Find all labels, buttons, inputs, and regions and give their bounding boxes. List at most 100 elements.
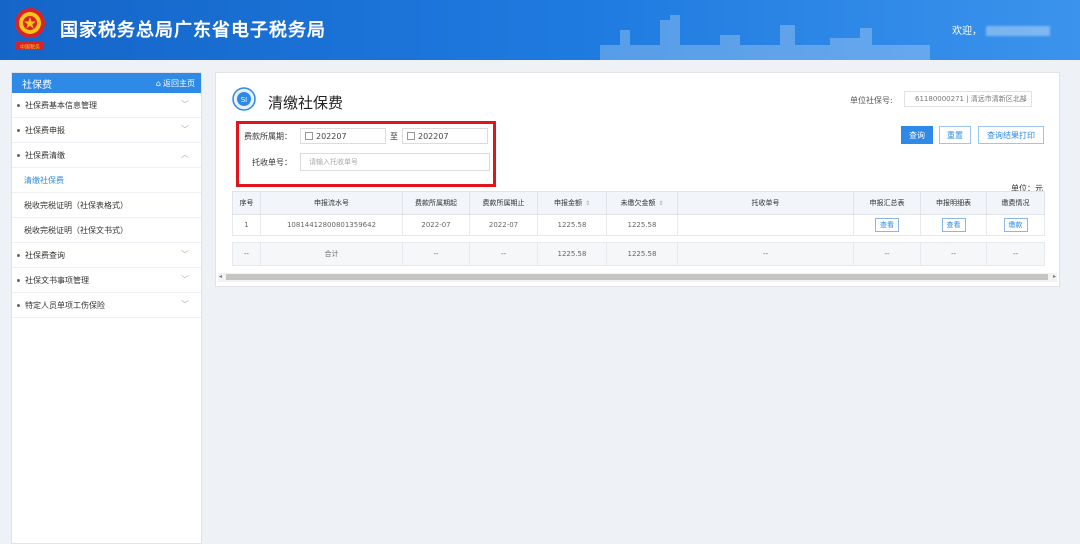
bullet-icon [17,303,20,307]
table-row: 1 10814412800801359642 2022-07 2022-07 1… [232,214,1045,236]
sidebar-item-declare[interactable]: 社保费申报 ﹀ [12,118,201,143]
sidebar-item-label: 社保费申报 [25,125,65,135]
social-security-icon: SI [232,87,256,111]
bullet-icon [17,128,20,132]
sidebar-subitem-tax-cert-table[interactable]: 税收完税证明（社保表格式） [12,193,201,218]
total-label: 合计 [260,242,403,266]
total-summary: -- [853,242,921,266]
table-total-row: -- 合计 -- -- 1225.58 1225.58 -- -- -- -- [232,242,1045,266]
col-header-status: 缴费情况 [986,191,1045,215]
sidebar-subitem-settle-fee[interactable]: 清缴社保费 [12,168,201,193]
sidebar-title: 社保费 [22,79,52,91]
cell-serial: 10814412800801359642 [260,214,403,236]
results-table: 序号 申报流水号 费款所属期起 费款所属期止 申报金额 ⇕ 未缴欠金额 ⇕ 托收单号… [232,191,1045,266]
cell-unpaid: 1225.58 [606,214,678,236]
sidebar-item-label: 社保费基本信息管理 [25,100,97,110]
scroll-left-icon[interactable]: ◂ [219,273,222,280]
total-end: -- [469,242,538,266]
unit-number-select[interactable]: 61180000271 | 清远市清新区北部 ⌄ [904,91,1032,107]
sidebar-item-basic-info[interactable]: 社保费基本信息管理 ﹀ [12,93,201,118]
site-title: 国家税务总局广东省电子税务局 [60,20,326,41]
sidebar-item-query[interactable]: 社保费查询 ﹀ [12,243,201,268]
sidebar-item-label: 社保费查询 [25,250,65,260]
chevron-down-icon: ﹀ [181,250,189,259]
cell-summary: 查看 [853,214,921,236]
col-header-declared[interactable]: 申报金额 ⇕ [537,191,607,215]
pay-button[interactable]: 缴款 [1003,218,1028,232]
total-seq: -- [232,242,261,266]
table-spacer [232,235,1045,243]
svg-text:SI: SI [241,96,248,104]
col-header-start: 费款所属期起 [402,191,470,215]
cell-end: 2022-07 [469,214,538,236]
reset-button[interactable]: 重置 [939,126,971,144]
col-header-ticket: 托收单号 [677,191,854,215]
bullet-icon [17,253,20,257]
query-button[interactable]: 查询 [901,126,933,144]
chevron-up-icon: ︿ [181,150,189,159]
view-detail-button[interactable]: 查看 [941,218,966,232]
welcome-text: 欢迎， [952,26,982,37]
sidebar: 社保费 ⌂ 返回主页 社保费基本信息管理 ﹀ 社保费申报 ﹀ 社保费清缴 ︿ 清… [11,72,202,544]
sort-icon[interactable]: ⇕ [658,200,663,207]
total-declared: 1225.58 [537,242,607,266]
sidebar-subitem-tax-cert-doc[interactable]: 税收完税证明（社保文书式） [12,218,201,243]
chevron-down-icon: ﹀ [181,125,189,134]
home-link-label: 返回主页 [163,78,195,88]
sidebar-subitem-label: 税收完税证明（社保文书式） [24,225,128,235]
cell-seq: 1 [232,214,261,236]
skyline-decoration [600,15,930,60]
welcome-area: 欢迎， [952,22,1050,37]
col-header-unpaid[interactable]: 未缴欠金额 ⇕ [606,191,678,215]
total-status: -- [986,242,1045,266]
chevron-down-icon: ﹀ [181,275,189,284]
col-header-unpaid-label: 未缴欠金额 [620,199,656,207]
bullet-icon [17,153,20,157]
col-header-end: 费款所属期止 [469,191,538,215]
home-link[interactable]: ⌂ 返回主页 [156,78,195,89]
sidebar-subitem-label: 税收完税证明（社保表格式） [24,200,128,210]
home-icon: ⌂ [155,78,161,88]
col-header-serial: 申报流水号 [260,191,403,215]
user-name-blurred[interactable] [986,26,1050,36]
sidebar-item-documents[interactable]: 社保文书事项管理 ﹀ [12,268,201,293]
sidebar-header: 社保费 ⌂ 返回主页 [12,73,201,93]
print-results-button[interactable]: 查询结果打印 [978,126,1044,144]
highlight-box [236,121,496,187]
emblem-text: 中国税务 [20,44,40,51]
scroll-thumb[interactable] [226,274,1048,280]
sidebar-item-label: 特定人员单项工伤保险 [25,300,105,310]
bullet-icon [17,278,20,282]
top-header: 中国税务 国家税务总局广东省电子税务局 欢迎， [0,0,1080,60]
sidebar-item-label: 社保文书事项管理 [25,275,89,285]
scroll-right-icon[interactable]: ▸ [1053,273,1056,280]
col-header-summary: 申报汇总表 [853,191,921,215]
main-panel: SI 清缴社保费 单位社保号: 61180000271 | 清远市清新区北部 ⌄… [215,72,1060,287]
sidebar-subitem-label: 清缴社保费 [24,175,64,185]
sidebar-item-label: 社保费清缴 [25,150,65,160]
table-header-row: 序号 申报流水号 费款所属期起 费款所属期止 申报金额 ⇕ 未缴欠金额 ⇕ 托收单号… [232,191,1045,215]
total-detail: -- [920,242,987,266]
page-title: 清缴社保费 [268,94,344,112]
total-unpaid: 1225.58 [606,242,678,266]
total-start: -- [402,242,470,266]
horizontal-scrollbar[interactable]: ◂ ▸ [218,273,1057,282]
sidebar-item-settle[interactable]: 社保费清缴 ︿ [12,143,201,168]
chevron-down-icon: ﹀ [181,300,189,309]
col-header-declared-label: 申报金额 [553,199,582,207]
bullet-icon [17,103,20,107]
chevron-down-icon: ⌄ [1022,95,1028,103]
view-summary-button[interactable]: 查看 [875,218,899,232]
cell-detail: 查看 [920,214,987,236]
total-ticket: -- [677,242,854,266]
unit-number-label: 单位社保号: [850,96,893,105]
cell-ticket [677,214,854,236]
sort-icon[interactable]: ⇕ [585,200,590,207]
cell-start: 2022-07 [402,214,470,236]
chevron-down-icon: ﹀ [181,100,189,109]
cell-declared: 1225.58 [537,214,607,236]
cell-status: 缴款 [986,214,1045,236]
sidebar-item-injury-insurance[interactable]: 特定人员单项工伤保险 ﹀ [12,293,201,318]
col-header-seq: 序号 [232,191,261,215]
unit-number-value: 61180000271 | 清远市清新区北部 [915,95,1027,103]
